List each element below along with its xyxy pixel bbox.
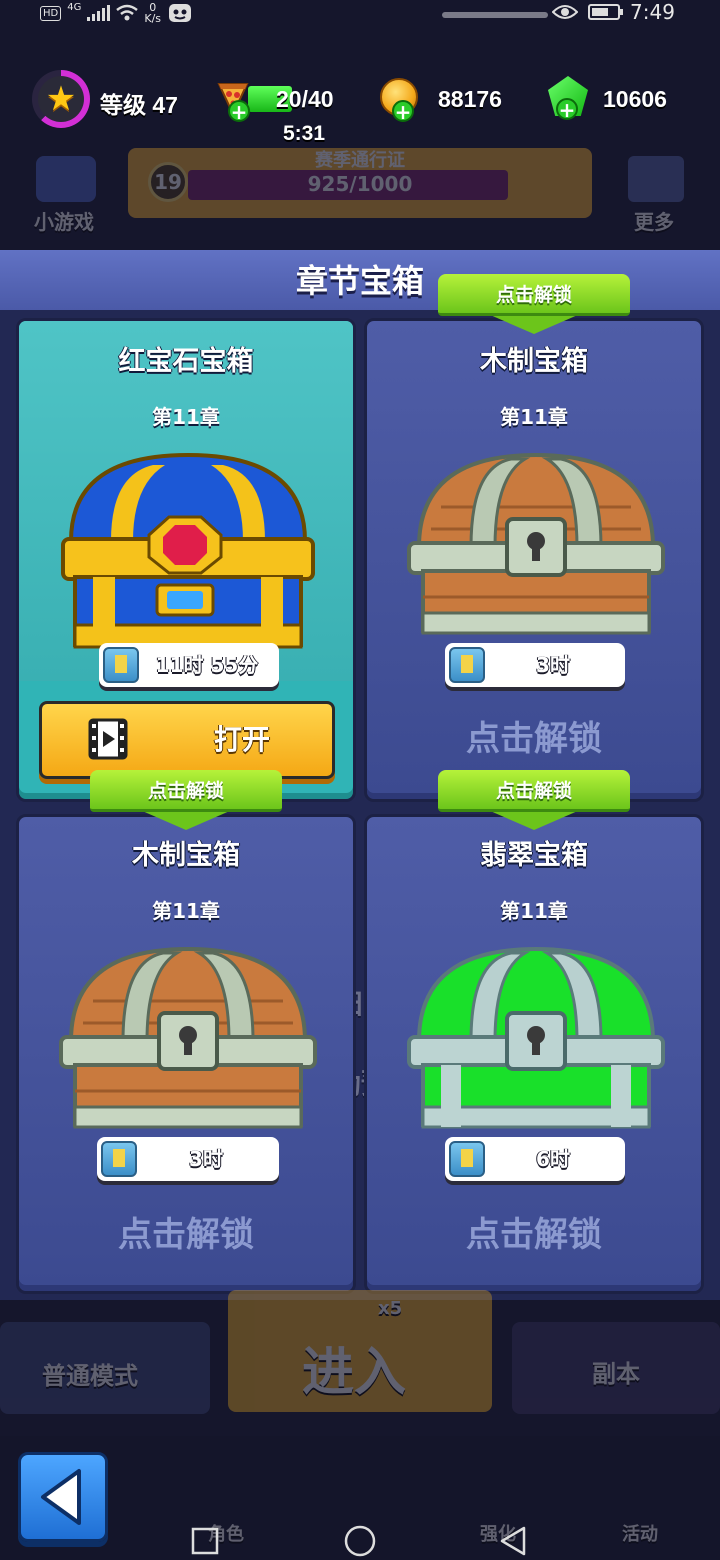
back-button[interactable] bbox=[18, 1452, 108, 1542]
level-badge[interactable]: ★ bbox=[32, 70, 90, 128]
unlock-tag[interactable]: 点击解锁 bbox=[438, 274, 630, 336]
enter-button[interactable]: x5 进入 bbox=[228, 1290, 492, 1412]
chest-name: 红宝石宝箱 bbox=[118, 346, 254, 377]
gamepad-icon bbox=[36, 156, 96, 202]
tap-to-unlock-label: 点击解锁 bbox=[118, 1215, 254, 1255]
unlock-tag-label: 点击解锁 bbox=[495, 284, 572, 306]
chest-card-emerald[interactable]: 翡翠宝箱 第11章 6时 点击解锁 bbox=[364, 814, 704, 1294]
chest-name: 木制宝箱 bbox=[132, 840, 240, 871]
wooden-chest-icon bbox=[407, 452, 665, 635]
add-coins-button[interactable]: + bbox=[392, 100, 414, 122]
dungeon-button[interactable]: 副本 bbox=[512, 1322, 720, 1414]
timer-icon bbox=[449, 1141, 485, 1177]
hd-badge: HD bbox=[40, 5, 62, 21]
energy-timer: 5:31 bbox=[283, 122, 326, 145]
ruby-chest-icon bbox=[61, 452, 315, 649]
enter-label: 进入 bbox=[302, 1343, 407, 1403]
season-progress-text: 925/1000 bbox=[307, 172, 413, 196]
triangle-nav-icon[interactable] bbox=[496, 1524, 530, 1558]
gem-count: 10606 bbox=[603, 86, 667, 112]
chest-chapter: 第11章 bbox=[152, 899, 220, 923]
unlock-tag-label: 点击解锁 bbox=[495, 780, 572, 802]
add-gems-button[interactable]: + bbox=[556, 98, 578, 120]
back-arrow-icon bbox=[41, 1469, 81, 1525]
dungeon-label: 副本 bbox=[592, 1360, 640, 1388]
network-type: 4G bbox=[67, 2, 82, 13]
chest-chapter: 第11章 bbox=[500, 899, 568, 923]
mini-game-button[interactable]: 小游戏 bbox=[30, 150, 102, 234]
circle-nav-icon[interactable] bbox=[343, 1524, 377, 1558]
energy-count: 20/40 bbox=[276, 86, 334, 112]
wifi-icon bbox=[116, 4, 139, 21]
open-button-label: 打开 bbox=[213, 723, 270, 756]
unlock-tag[interactable]: 点击解锁 bbox=[438, 770, 630, 832]
chest-card-wood-1[interactable]: 木制宝箱 第11章 3时 点击解锁 bbox=[364, 318, 704, 802]
square-nav-icon[interactable] bbox=[190, 1526, 220, 1556]
tap-to-unlock-label: 点击解锁 bbox=[466, 1215, 602, 1255]
status-bar: HD 4G 0 K/s 7:49 bbox=[0, 0, 720, 26]
chest-name: 木制宝箱 bbox=[480, 346, 588, 377]
level-label: 等级 47 bbox=[100, 92, 178, 118]
chest-card-wood-2[interactable]: 木制宝箱 第11章 3时 点击解锁 bbox=[16, 814, 356, 1294]
add-energy-button[interactable]: + bbox=[228, 100, 250, 122]
timer-icon bbox=[103, 647, 139, 683]
unlock-tag[interactable]: 点击解锁 bbox=[90, 770, 282, 832]
open-chest-button[interactable]: 打开 bbox=[39, 701, 335, 779]
net-speed-unit: K/s bbox=[144, 12, 162, 25]
status-right: 7:49 bbox=[552, 0, 675, 24]
menu-icon bbox=[628, 156, 684, 202]
coin-count: 88176 bbox=[438, 86, 502, 112]
season-pass-title: 赛季通行证 bbox=[315, 150, 405, 171]
chest-timer: 11时 55分 bbox=[99, 643, 279, 687]
wooden-chest-icon bbox=[59, 946, 317, 1129]
multiplier-label: x5 bbox=[378, 1298, 403, 1319]
chest-timer: 3时 bbox=[97, 1137, 279, 1181]
more-label: 更多 bbox=[634, 210, 674, 234]
nav-event-label[interactable]: 活动 bbox=[622, 1520, 658, 1546]
chest-timer: 3时 bbox=[445, 643, 625, 687]
eye-icon bbox=[552, 5, 578, 19]
timer-text: 6时 bbox=[536, 1147, 570, 1171]
clock: 7:49 bbox=[630, 0, 675, 24]
timer-text: 11时 55分 bbox=[155, 653, 259, 677]
unlock-tag-label: 点击解锁 bbox=[147, 780, 224, 802]
timer-text: 3时 bbox=[189, 1147, 223, 1171]
status-left: HD 4G 0 K/s bbox=[40, 2, 193, 24]
mini-game-label: 小游戏 bbox=[34, 210, 94, 234]
timer-icon bbox=[101, 1141, 137, 1177]
chest-card-ruby[interactable]: 红宝石宝箱 第11章 11时 55分 打开 bbox=[16, 318, 356, 802]
signal-icon bbox=[87, 5, 111, 21]
season-pass-bar[interactable]: 赛季通行证 19 925/1000 bbox=[128, 148, 592, 218]
chest-chapter: 第11章 bbox=[500, 405, 568, 429]
chest-chapter: 第11章 bbox=[152, 405, 220, 429]
film-icon bbox=[88, 718, 128, 760]
tap-to-unlock-label: 点击解锁 bbox=[466, 719, 602, 759]
chest-timer: 6时 bbox=[445, 1137, 625, 1181]
gesture-pill bbox=[442, 12, 548, 18]
battery-icon bbox=[588, 4, 623, 20]
normal-mode-button[interactable]: 普通模式 bbox=[0, 1322, 210, 1414]
more-button[interactable]: 更多 bbox=[620, 150, 692, 234]
emerald-chest-icon bbox=[407, 946, 665, 1129]
normal-mode-label: 普通模式 bbox=[42, 1362, 138, 1390]
chest-name: 翡翠宝箱 bbox=[480, 840, 588, 871]
app-notification-icon bbox=[169, 4, 192, 22]
net-speed: 0 K/s bbox=[144, 2, 161, 24]
star-icon: ★ bbox=[45, 79, 77, 119]
timer-icon bbox=[449, 647, 485, 683]
timer-text: 3时 bbox=[536, 653, 570, 677]
